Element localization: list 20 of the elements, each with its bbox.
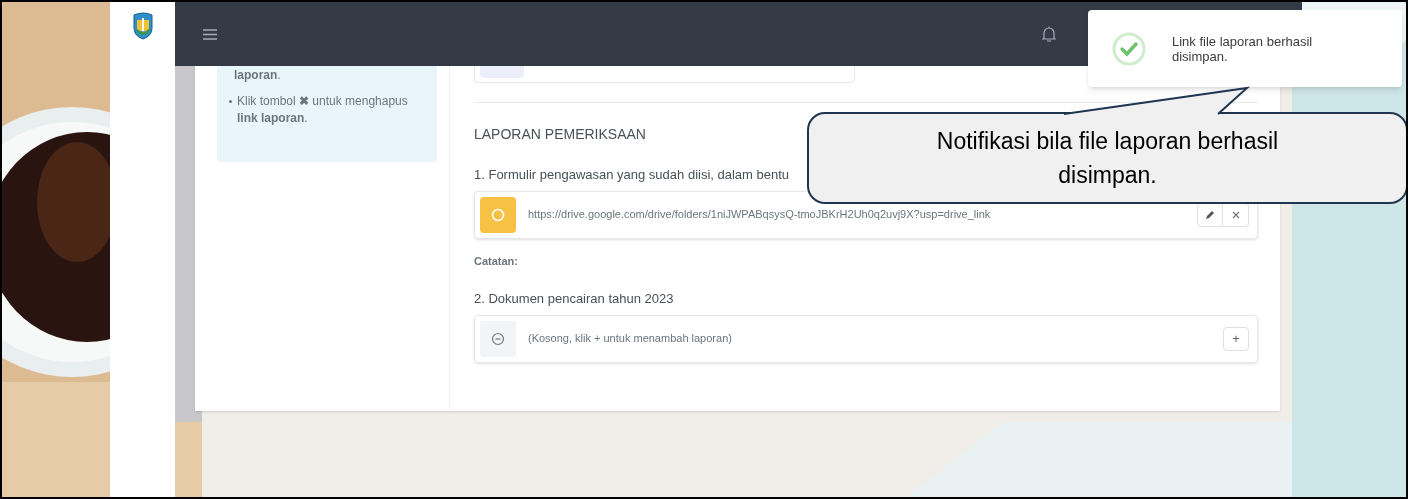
menu-icon[interactable] — [203, 28, 217, 40]
emblem-icon — [131, 12, 154, 40]
add-button[interactable]: + — [1223, 326, 1249, 351]
bell-icon[interactable] — [1042, 25, 1056, 43]
edit-button[interactable] — [1197, 202, 1223, 227]
check-icon — [1112, 31, 1146, 66]
empty-text: (Kosong, klik + untuk menambah laporan) — [528, 331, 733, 347]
link-text: https://drive.google.com/drive/folders/1niJWPABqsysQ-tmoJBKrH2Uh0q2uvj9X?usp=drive_link — [528, 207, 992, 223]
status-icon — [480, 196, 516, 233]
help-text: laporan. — [234, 67, 281, 84]
toast-message: Link file laporan berhasil disimpan. — [1172, 33, 1314, 64]
delete-button[interactable] — [1223, 202, 1249, 227]
help-text: Klik tombol ✖ untuk menghapus link laporan. — [237, 93, 409, 127]
item-label: 1. Formulir pengawasan yang sudah diisi, dalam bentu — [474, 166, 790, 184]
pencil-icon — [1205, 209, 1215, 220]
callout-text: Notifikasi bila file laporan berhasil disimpan. — [935, 127, 1280, 190]
section-title: LAPORAN PEMERIKSAAN — [474, 125, 646, 144]
note-label: Catatan: — [474, 253, 519, 269]
item-label: 2. Dokumen pencairan tahun 2023 — [474, 290, 674, 308]
close-icon — [1231, 210, 1240, 219]
